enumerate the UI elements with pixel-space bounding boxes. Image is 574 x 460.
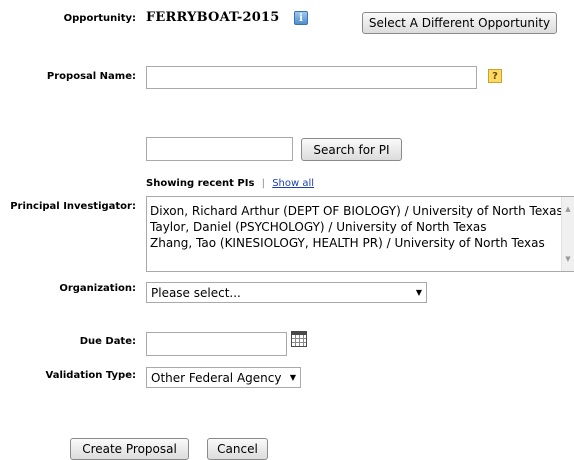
validation-type-select[interactable]: Other Federal Agency ▼ bbox=[146, 367, 301, 388]
separator: | bbox=[261, 178, 265, 189]
principal-investigator-label: Principal Investigator: bbox=[10, 201, 136, 212]
list-item[interactable]: Zhang, Tao (KINESIOLOGY, HEALTH PR) / Un… bbox=[147, 235, 574, 251]
create-proposal-button[interactable]: Create Proposal bbox=[70, 438, 189, 460]
search-for-pi-button[interactable]: Search for PI bbox=[301, 138, 402, 161]
organization-label: Organization: bbox=[59, 283, 136, 294]
recent-pis-line: Showing recent PIs | Show all bbox=[146, 178, 314, 189]
principal-investigator-listbox[interactable]: Dixon, Richard Arthur (DEPT OF BIOLOGY) … bbox=[146, 196, 574, 272]
proposal-name-label: Proposal Name: bbox=[46, 71, 136, 82]
chevron-down-icon: ▼ bbox=[289, 372, 296, 382]
due-date-input[interactable] bbox=[146, 332, 287, 356]
show-all-link[interactable]: Show all bbox=[272, 178, 314, 189]
proposal-name-input[interactable] bbox=[146, 66, 477, 89]
cancel-button[interactable]: Cancel bbox=[207, 438, 268, 460]
help-icon[interactable]: ? bbox=[488, 69, 502, 83]
validation-type-selected-value: Other Federal Agency bbox=[151, 370, 282, 385]
list-item[interactable]: Dixon, Richard Arthur (DEPT OF BIOLOGY) … bbox=[147, 203, 574, 219]
select-different-opportunity-button[interactable]: Select A Different Opportunity bbox=[362, 12, 557, 34]
opportunity-value: FERRYBOAT-2015 bbox=[146, 10, 280, 25]
organization-selected-value: Please select... bbox=[151, 285, 241, 300]
info-icon-glyph: i bbox=[299, 12, 303, 24]
opportunity-label: Opportunity: bbox=[63, 13, 136, 24]
help-icon-glyph: ? bbox=[492, 70, 498, 82]
scroll-up-icon[interactable]: ▲ bbox=[562, 205, 574, 213]
scroll-down-icon[interactable]: ▼ bbox=[562, 255, 574, 263]
calendar-icon[interactable] bbox=[291, 331, 307, 347]
showing-recent-pis-text: Showing recent PIs bbox=[146, 178, 255, 189]
validation-type-label: Validation Type: bbox=[45, 370, 136, 381]
pi-search-input[interactable] bbox=[146, 137, 293, 161]
listbox-scrollbar[interactable]: ▲ ▼ bbox=[561, 197, 574, 271]
chevron-down-icon: ▼ bbox=[415, 287, 422, 297]
info-icon[interactable]: i bbox=[294, 11, 308, 25]
organization-select[interactable]: Please select... ▼ bbox=[146, 282, 427, 303]
list-item[interactable]: Taylor, Daniel (PSYCHOLOGY) / University… bbox=[147, 219, 574, 235]
due-date-label: Due Date: bbox=[79, 336, 136, 347]
